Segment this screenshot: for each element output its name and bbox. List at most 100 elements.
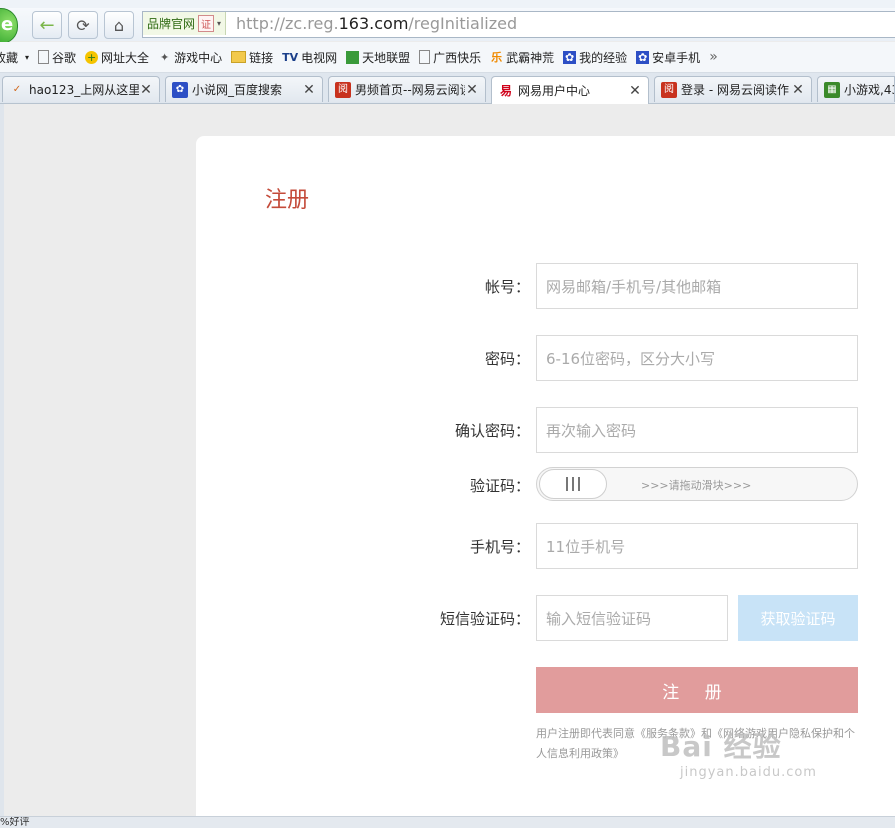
certificate-icon: 证 [198,15,215,32]
register-button[interactable]: 注 册 [536,667,858,713]
tab-netease-user-center[interactable]: 易 网易用户中心 ✕ [491,76,649,104]
back-button[interactable]: ← [32,11,62,39]
bookmark-item[interactable]: ✿ 我的经验 [563,49,627,66]
close-icon[interactable]: ✕ [139,82,153,98]
slider-hint: >>>请拖动滑块>>> [641,479,752,492]
chevron-right-icon: » [709,49,718,65]
title-bar [0,0,895,8]
folder-icon [231,51,247,63]
site-icon: 乐 [491,50,503,64]
page-title: 注册 [265,188,310,213]
tab-mini-games[interactable]: ▦ 小游戏,43 [817,76,895,102]
bookmark-label: 广西快乐 [433,50,482,65]
browser-logo-icon[interactable]: e [0,8,18,44]
bookmark-item[interactable]: 广西快乐 [419,49,481,66]
refresh-icon: ⟳ [76,15,90,35]
bookmark-item[interactable]: 乐武霸神荒 [490,49,554,66]
password-placeholder: 6-16位密码，区分大小写 [546,349,716,368]
home-icon: ⌂ [113,15,125,35]
refresh-button[interactable]: ⟳ [68,11,98,39]
close-icon[interactable]: ✕ [791,82,805,98]
grip-icon [572,477,574,491]
tab-label: 登录 - 网易云阅读作 [681,83,789,97]
tab-label: 网易用户中心 [518,84,591,98]
bookmark-label: 网址大全 [101,50,150,65]
tab-label: 小游戏,43 [844,83,894,97]
bookmark-item[interactable]: 谷歌 [38,49,76,66]
url-text[interactable]: http://zc.reg.163.com/regInitialized [236,14,517,33]
close-icon[interactable]: ✕ [465,82,479,98]
bookmark-item[interactable]: ✿ 安卓手机 [636,49,700,66]
account-input[interactable]: 网易邮箱/手机号/其他邮箱 [536,263,858,309]
grip-icon [578,477,580,491]
grip-icon [566,477,568,491]
bookmark-label: 链接 [249,50,274,65]
sms-code-placeholder: 输入短信验证码 [546,609,652,628]
tab-bar: ✓ hao123_上网从这里 ✕ ✿ 小说网_百度搜索 ✕ 阅 男频首页--网易… [0,73,895,104]
watermark-sub: jingyan.baidu.com [680,765,817,780]
netease-read-icon: 阅 [661,81,677,98]
baidu-paw-icon: ✿ [172,81,188,98]
bookmark-label: 电视网 [301,50,338,65]
password-label: 密码： [484,350,530,368]
url-suffix: /regInitialized [408,14,518,33]
phone-input[interactable]: 11位手机号 [536,523,858,569]
get-code-button[interactable]: 获取验证码 [738,595,858,641]
bookmark-item[interactable]: + 网址大全 [85,49,149,66]
slider-handle[interactable] [539,469,607,499]
watermark-main: Bai 经验 [660,730,782,763]
bookmark-label: 谷歌 [52,50,77,65]
tab-label: 男频首页--网易云阅读 [355,83,465,97]
sms-code-label: 短信验证码： [439,610,530,628]
netease-logo-icon: 易 [499,83,512,98]
bookmark-label: 我的经验 [579,50,628,65]
game-grid-icon: ▦ [824,81,840,98]
netease-read-icon: 阅 [335,81,351,98]
page-icon [38,50,50,64]
site-badge[interactable]: 品牌官网 证 ▾ [143,12,227,35]
account-label: 帐号： [484,278,530,296]
confirm-password-input[interactable]: 再次输入密码 [536,407,858,453]
bookmark-item[interactable]: 链接 [231,49,273,66]
bookmarks-bar: 收藏 ▾ 谷歌 + 网址大全 ✦ 游戏中心 链接 TV 电视网 天地联盟 广西快乐 乐… [0,42,895,73]
sms-code-input[interactable]: 输入短信验证码 [536,595,728,641]
tab-baidu-search[interactable]: ✿ 小说网_百度搜索 ✕ [165,76,323,102]
dropdown-arrow-icon: ▾ [25,52,30,62]
tab-hao123[interactable]: ✓ hao123_上网从这里 ✕ [2,76,160,102]
status-text: %好评 [0,817,30,828]
tab-netease-login[interactable]: 阅 登录 - 网易云阅读作 ✕ [654,76,812,102]
bookmarks-more-button[interactable]: » [709,49,718,65]
password-input[interactable]: 6-16位密码，区分大小写 [536,335,858,381]
baidu-jingyan-watermark: Bai 经验 jingyan.baidu.com [660,725,817,780]
bookmark-label: 安卓手机 [652,50,701,65]
tab-netease-reader[interactable]: 阅 男频首页--网易云阅读 ✕ [328,76,486,102]
tab-label: hao123_上网从这里 [29,83,139,97]
favorites-menu[interactable]: 收藏 ▾ [0,49,29,66]
tab-label: 小说网_百度搜索 [192,83,283,97]
close-icon[interactable]: ✕ [628,83,642,99]
captcha-slider[interactable]: >>>请拖动滑块>>> [536,467,858,501]
url-domain: 163.com [338,14,409,33]
page-left-edge [0,104,4,816]
phone-label: 手机号： [469,538,530,556]
bookmark-item[interactable]: ✦ 游戏中心 [158,49,222,66]
back-arrow-icon: ← [39,14,55,36]
address-bar[interactable]: 品牌官网 证 ▾ http://zc.reg.163.com/regInitia… [142,11,895,38]
bookmark-item[interactable]: 天地联盟 [346,49,410,66]
close-icon[interactable]: ✕ [302,82,316,98]
gamepad-icon: ✦ [159,50,170,64]
bookmark-item[interactable]: TV 电视网 [282,49,337,66]
dropdown-arrow-icon: ▾ [217,19,222,28]
page-icon [419,50,431,64]
site-icon: + [85,50,99,64]
account-placeholder: 网易邮箱/手机号/其他邮箱 [546,277,722,296]
confirm-password-placeholder: 再次输入密码 [546,421,637,440]
bookmark-label: 游戏中心 [174,50,223,65]
url-prefix: http://zc.reg. [236,14,339,33]
registration-card: 注册 帐号： 网易邮箱/手机号/其他邮箱 密码： 6-16位密码，区分大小写 确… [196,136,895,816]
captcha-label: 验证码： [469,477,530,495]
home-button[interactable]: ⌂ [104,11,134,39]
site-badge-label: 品牌官网 [147,17,196,31]
phone-placeholder: 11位手机号 [546,537,626,556]
navigation-bar: e ← ⟳ ⌂ 品牌官网 证 ▾ http://zc.reg.163.com/r… [0,8,895,44]
